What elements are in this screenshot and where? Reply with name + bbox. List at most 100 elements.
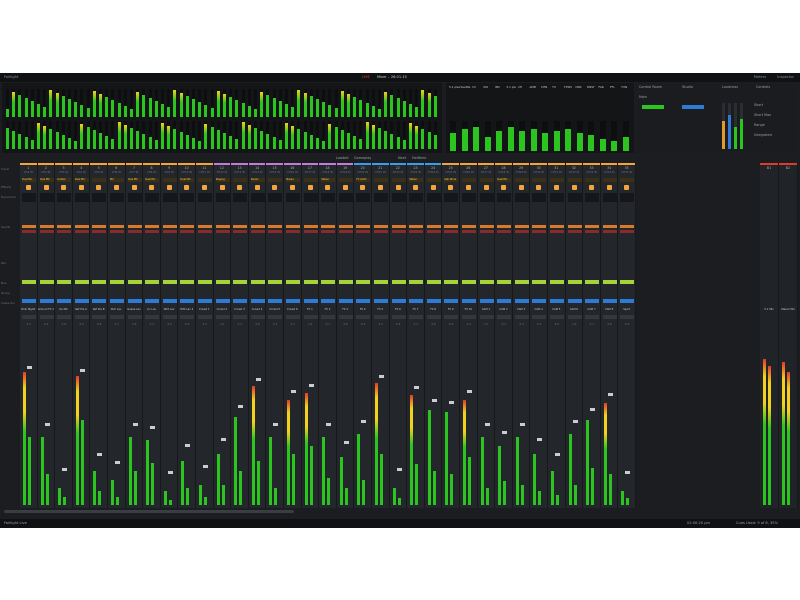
- strip-send-red[interactable]: [74, 230, 89, 233]
- strip-mute-solo[interactable]: [286, 315, 300, 319]
- strip-mute-solo[interactable]: [22, 315, 36, 319]
- strip-plugin-slot[interactable]: [374, 178, 388, 182]
- strip-name-tag[interactable]: Goalie Lav: [126, 308, 143, 311]
- strip-name-tag[interactable]: Ice Mic: [55, 308, 72, 311]
- strip-send-orange[interactable]: [602, 225, 617, 228]
- strip-group-assign[interactable]: [74, 299, 89, 303]
- strip-name-tag[interactable]: Crowd 4: [249, 308, 266, 311]
- strip-name-tag[interactable]: Crowd 5: [266, 308, 283, 311]
- strip-send-orange[interactable]: [532, 225, 547, 228]
- strip-send-red[interactable]: [550, 230, 564, 233]
- channel-strip-12[interactable]: 12 CH12 IN Staging Crowd 2 -1.1: [213, 163, 232, 508]
- strip-effects-button[interactable]: [536, 185, 542, 190]
- strip-send-red[interactable]: [356, 230, 371, 233]
- strip-send-orange[interactable]: [198, 225, 212, 228]
- channel-strip-25[interactable]: 25 CH25 IN Sub Drive FX 9 -2.0: [442, 163, 460, 508]
- channel-strip-29[interactable]: 29 CH29 IN CAM 3 -1.3: [512, 163, 531, 508]
- strip-group-assign[interactable]: [250, 299, 265, 303]
- strip-group-assign[interactable]: [497, 299, 512, 303]
- strip-bus-assign[interactable]: [39, 280, 54, 284]
- strip-bus-assign[interactable]: [198, 280, 212, 284]
- strip-name-tag[interactable]: Rink Mgmt: [20, 308, 37, 311]
- strip-send-orange[interactable]: [303, 225, 318, 228]
- strip-eq-graph[interactable]: [268, 193, 283, 202]
- fader-handle[interactable]: [167, 471, 173, 474]
- strip-send-orange[interactable]: [497, 225, 512, 228]
- channel-strip-6[interactable]: 6 CH6 IN Mic Bch Lav -1.7: [108, 163, 126, 508]
- strip-eq-graph[interactable]: [198, 193, 212, 202]
- strip-plugin-slot[interactable]: Dual Mic: [145, 178, 160, 182]
- bus-name-tag[interactable]: Stereo Mix: [779, 308, 797, 311]
- strip-plugin-slot[interactable]: [391, 178, 406, 182]
- strip-bus-assign[interactable]: [250, 280, 265, 284]
- strip-eq-graph[interactable]: [462, 193, 476, 202]
- strip-name-tag[interactable]: Ground FX 2: [38, 308, 55, 311]
- strip-effects-button[interactable]: [149, 185, 155, 190]
- strip-group-assign[interactable]: [321, 299, 336, 303]
- strip-send-orange[interactable]: [585, 225, 600, 228]
- strip-effects-button[interactable]: [96, 185, 102, 190]
- strip-bus-assign[interactable]: [391, 280, 406, 284]
- strip-mute-solo[interactable]: [57, 315, 72, 319]
- strip-plugin-slot[interactable]: [162, 178, 177, 182]
- fader-handle[interactable]: [396, 468, 402, 471]
- channel-strip-1[interactable]: 1 CH1 IN Dual Mic Rink Mgmt -1.5: [20, 163, 38, 508]
- channel-strip-10[interactable]: 10 CH10 IN Dual Mic Wht Lav 2 -1.9: [178, 163, 196, 508]
- strip-mute-solo[interactable]: [550, 315, 564, 319]
- fader-handle[interactable]: [343, 441, 349, 444]
- strip-bus-assign[interactable]: [620, 280, 635, 284]
- strip-mute-solo[interactable]: [162, 315, 177, 319]
- channel-strip-11[interactable]: 11 CH11 IN Crowd 1 -1.5: [196, 163, 214, 508]
- channel-strip-16[interactable]: 16 CH16 IN Stereo Crowd 6 -1.3: [284, 163, 302, 508]
- channel-strip-22[interactable]: 22 CH22 IN FX 6 -2.4: [389, 163, 408, 508]
- strip-send-red[interactable]: [215, 230, 230, 233]
- strip-send-orange[interactable]: [162, 225, 177, 228]
- strip-send-orange[interactable]: [180, 225, 195, 228]
- channel-strip-13[interactable]: 13 CH13 IN Crowd 3 -1.2: [231, 163, 249, 508]
- strip-effects-button[interactable]: [395, 185, 401, 190]
- fader-handle[interactable]: [361, 420, 367, 423]
- channel-strip-33[interactable]: 33 CH33 IN CAM 7 -1.1: [583, 163, 601, 508]
- strip-eq-graph[interactable]: [479, 193, 494, 202]
- strip-send-red[interactable]: [514, 230, 529, 233]
- strip-send-orange[interactable]: [39, 225, 54, 228]
- strip-name-tag[interactable]: CAM 7: [583, 308, 600, 311]
- strip-eq-graph[interactable]: [110, 193, 124, 202]
- strip-bus-assign[interactable]: [532, 280, 547, 284]
- strip-eq-graph[interactable]: [550, 193, 564, 202]
- strip-mute-solo[interactable]: [145, 315, 160, 319]
- strip-group-assign[interactable]: [110, 299, 124, 303]
- strip-mute-solo[interactable]: [180, 315, 195, 319]
- strip-send-orange[interactable]: [22, 225, 36, 228]
- strip-name-tag[interactable]: FX 5: [372, 308, 389, 311]
- strip-plugin-slot[interactable]: Stereo: [409, 178, 424, 182]
- strip-send-red[interactable]: [602, 230, 617, 233]
- strip-mute-solo[interactable]: [479, 315, 494, 319]
- strip-group-assign[interactable]: [57, 299, 72, 303]
- strip-eq-graph[interactable]: [22, 193, 36, 202]
- strip-bus-assign[interactable]: [550, 280, 564, 284]
- strip-eq-graph[interactable]: [356, 193, 371, 202]
- strip-mute-solo[interactable]: [585, 315, 600, 319]
- strip-send-orange[interactable]: [391, 225, 406, 228]
- strip-send-red[interactable]: [57, 230, 72, 233]
- strip-send-orange[interactable]: [74, 225, 89, 228]
- strip-send-red[interactable]: [532, 230, 547, 233]
- strip-plugin-slot[interactable]: [532, 178, 547, 182]
- strip-send-red[interactable]: [22, 230, 36, 233]
- strip-send-orange[interactable]: [233, 225, 248, 228]
- fader-handle[interactable]: [238, 405, 244, 408]
- strip-group-assign[interactable]: [198, 299, 212, 303]
- fader-handle[interactable]: [308, 384, 314, 387]
- strip-send-orange[interactable]: [286, 225, 300, 228]
- strip-name-tag[interactable]: Bch Lav: [108, 308, 125, 311]
- strip-name-tag[interactable]: CAM 4: [530, 308, 547, 311]
- strip-effects-button[interactable]: [237, 185, 243, 190]
- strip-bus-assign[interactable]: [286, 280, 300, 284]
- strip-effects-button[interactable]: [290, 185, 295, 190]
- strip-plugin-slot[interactable]: [303, 178, 318, 182]
- strip-name-tag[interactable]: Crowd 3: [231, 308, 248, 311]
- strip-plugin-slot[interactable]: Stereo: [250, 178, 265, 182]
- fader-handle[interactable]: [97, 453, 103, 456]
- strip-mute-solo[interactable]: [321, 315, 336, 319]
